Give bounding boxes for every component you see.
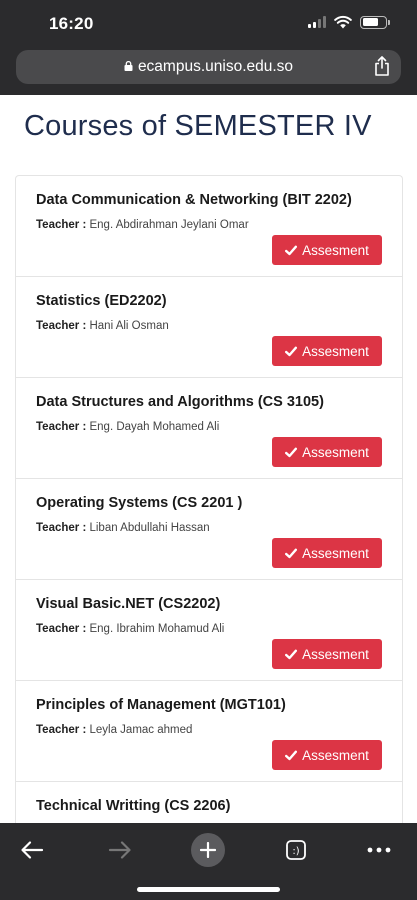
course-name: Principles of Management (MGT101) [36, 697, 286, 713]
tabs-icon: :) [286, 840, 306, 860]
course-name: Technical Writting (CS 2206) [36, 798, 231, 814]
new-tab-button[interactable] [191, 833, 225, 867]
course-teacher: Teacher : Eng. Abdirahman Jeylani Omar [36, 219, 249, 231]
forward-arrow-icon [108, 841, 131, 859]
assessment-button-label: Assesment [302, 747, 369, 763]
forward-button[interactable] [103, 833, 137, 867]
check-icon [285, 346, 298, 356]
course-list: Data Communication & Networking (BIT 220… [15, 175, 403, 883]
check-icon [285, 447, 298, 457]
course-teacher: Teacher : Leyla Jamac ahmed [36, 724, 192, 736]
teacher-label: Teacher : [36, 219, 87, 231]
course-name: Data Communication & Networking (BIT 220… [36, 192, 352, 208]
teacher-label: Teacher : [36, 421, 87, 433]
check-icon [285, 245, 298, 255]
teacher-name: Leyla Jamac ahmed [89, 724, 193, 736]
more-icon [367, 847, 391, 853]
assessment-button-label: Assesment [302, 444, 369, 460]
page-title: Courses of SEMESTER IV [24, 110, 372, 142]
course-card: Data Structures and Algorithms (CS 3105)… [16, 378, 402, 479]
check-icon [285, 548, 298, 558]
course-card: Data Communication & Networking (BIT 220… [16, 176, 402, 277]
teacher-name: Eng. Ibrahim Mohamud Ali [89, 623, 225, 635]
check-icon [285, 750, 298, 760]
course-name: Visual Basic.NET (CS2202) [36, 596, 221, 612]
home-indicator[interactable] [137, 887, 280, 892]
teacher-name: Eng. Abdirahman Jeylani Omar [89, 219, 249, 231]
address-bar[interactable]: ecampus.uniso.edu.so [16, 50, 401, 84]
wifi-icon [334, 15, 352, 29]
teacher-label: Teacher : [36, 320, 87, 332]
assessment-button[interactable]: Assesment [272, 437, 382, 467]
assessment-button[interactable]: Assesment [272, 538, 382, 568]
lock-icon [124, 61, 133, 71]
assessment-button[interactable]: Assesment [272, 639, 382, 669]
assessment-button-label: Assesment [302, 646, 369, 662]
course-teacher: Teacher : Eng. Ibrahim Mohamud Ali [36, 623, 224, 635]
course-card: Statistics (ED2202) Teacher : Hani Ali O… [16, 277, 402, 378]
assessment-button[interactable]: Assesment [272, 336, 382, 366]
teacher-label: Teacher : [36, 522, 87, 534]
course-name: Operating Systems (CS 2201 ) [36, 495, 243, 511]
course-teacher: Teacher : Liban Abdullahi Hassan [36, 522, 210, 534]
course-card: Operating Systems (CS 2201 ) Teacher : L… [16, 479, 402, 580]
share-icon[interactable] [373, 56, 391, 76]
svg-text::): :) [292, 846, 299, 857]
signal-icon [308, 16, 326, 28]
teacher-label: Teacher : [36, 724, 87, 736]
course-name: Statistics (ED2202) [36, 293, 167, 309]
status-icons [308, 15, 390, 29]
back-arrow-icon [21, 841, 44, 859]
course-teacher: Teacher : Eng. Dayah Mohamed Ali [36, 421, 219, 433]
tabs-button[interactable]: :) [279, 833, 313, 867]
teacher-label: Teacher : [36, 623, 87, 635]
check-icon [285, 649, 298, 659]
assessment-button-label: Assesment [302, 242, 369, 258]
course-card: Principles of Management (MGT101) Teache… [16, 681, 402, 782]
assessment-button[interactable]: Assesment [272, 235, 382, 265]
teacher-name: Eng. Dayah Mohamed Ali [89, 421, 220, 433]
battery-icon [360, 15, 390, 29]
assessment-button-label: Assesment [302, 343, 369, 359]
more-button[interactable] [362, 833, 396, 867]
course-teacher: Teacher : Hani Ali Osman [36, 320, 169, 332]
teacher-name: Liban Abdullahi Hassan [89, 522, 210, 534]
url-text: ecampus.uniso.edu.so [137, 58, 294, 75]
back-button[interactable] [15, 833, 49, 867]
course-name: Data Structures and Algorithms (CS 3105) [36, 394, 324, 410]
plus-icon [200, 842, 216, 858]
status-time: 16:20 [49, 14, 94, 33]
browser-top-bar: 16:20 ecampus.uniso.edu.so [0, 0, 417, 95]
course-card: Visual Basic.NET (CS2202) Teacher : Eng.… [16, 580, 402, 681]
assessment-button-label: Assesment [302, 545, 369, 561]
teacher-name: Hani Ali Osman [89, 320, 169, 332]
assessment-button[interactable]: Assesment [272, 740, 382, 770]
browser-bottom-toolbar: :) [0, 823, 417, 900]
